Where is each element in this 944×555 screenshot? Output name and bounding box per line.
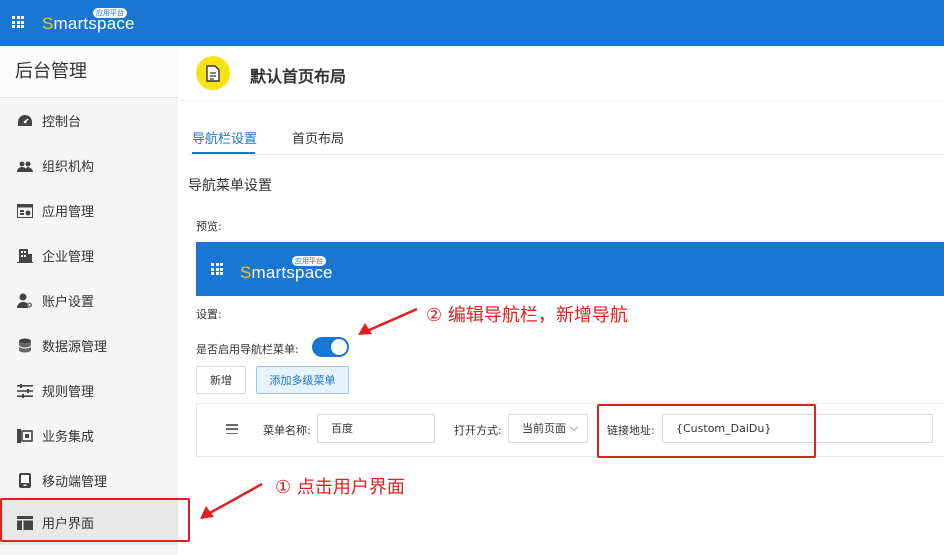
sidebar-item-integration[interactable]: 业务集成: [0, 413, 178, 458]
sidebar-item-rules[interactable]: 规则管理: [0, 368, 178, 413]
enable-navbar-toggle[interactable]: [312, 337, 349, 357]
sidebar-item-organization[interactable]: 组织机构: [0, 143, 178, 188]
sidebar-item-datasource[interactable]: 数据源管理: [0, 323, 178, 368]
sidebar: 后台管理 控制台 组织机构 应用管理 企业管理 账户设置 数据源管理 规则管理 …: [0, 46, 178, 555]
database-icon: [17, 338, 33, 354]
drag-handle-icon[interactable]: [226, 424, 238, 434]
tab-navbar-settings[interactable]: 导航栏设置: [192, 128, 257, 147]
toggle-knob: [331, 339, 347, 355]
enable-navbar-label: 是否启用导航栏菜单:: [196, 343, 299, 356]
sidebar-item-label: 数据源管理: [42, 340, 108, 355]
open-mode-select[interactable]: 当前页面: [508, 414, 588, 443]
sidebar-item-label: 账户设置: [42, 295, 95, 310]
preview-logo-badge: 应用平台: [292, 256, 326, 266]
sidebar-item-account-settings[interactable]: 账户设置: [0, 278, 178, 323]
open-mode-value: 当前页面: [522, 422, 566, 435]
menu-name-input[interactable]: 百度: [317, 414, 435, 443]
open-mode-label: 打开方式:: [454, 424, 502, 437]
sidebar-item-label: 业务集成: [42, 430, 95, 445]
page-title: 默认首页布局: [250, 67, 347, 86]
annotation-step-2: ② 编辑导航栏，新增导航: [426, 305, 628, 326]
chevron-down-icon: [569, 422, 579, 432]
annotation-arrow-1: [200, 482, 263, 519]
settings-label: 设置:: [196, 308, 222, 321]
tabs-divider: [188, 154, 944, 155]
app-settings-icon: [17, 203, 33, 219]
top-bar: Smartspace 应用平台: [0, 0, 944, 46]
sliders-icon: [17, 383, 33, 399]
menu-item-row: 菜单名称: 百度 打开方式: 当前页面 链接地址: {Custom_DaiDu}: [196, 403, 944, 457]
sidebar-item-label: 企业管理: [42, 250, 95, 265]
sidebar-item-label: 组织机构: [42, 160, 95, 175]
preview-app-grid-icon: [211, 263, 223, 275]
header-divider: [178, 100, 944, 101]
section-title: 导航菜单设置: [188, 178, 272, 194]
annotation-arrow-2: [358, 307, 418, 335]
dashboard-icon: [17, 113, 33, 129]
logo-badge: 应用平台: [93, 8, 127, 18]
building-icon: [17, 248, 33, 264]
navbar-preview: Smartspace 应用平台: [196, 242, 944, 296]
sidebar-item-console[interactable]: 控制台: [0, 98, 178, 143]
highlight-box-link-address: [597, 404, 816, 458]
mobile-icon: [17, 473, 33, 489]
menu-name-label: 菜单名称:: [263, 424, 311, 437]
add-button[interactable]: 新增: [196, 366, 246, 394]
document-icon: [196, 56, 230, 90]
annotation-step-1: ① 点击用户界面: [275, 477, 405, 498]
tab-home-layout[interactable]: 首页布局: [292, 128, 344, 147]
highlight-box-user-interface: [0, 498, 190, 542]
sidebar-item-label: 移动端管理: [42, 475, 108, 490]
sidebar-item-label: 控制台: [42, 115, 82, 130]
user-settings-icon: [17, 293, 33, 309]
sidebar-item-label: 应用管理: [42, 205, 95, 220]
integration-icon: [17, 428, 33, 444]
users-icon: [17, 158, 33, 174]
app-grid-icon[interactable]: [12, 16, 24, 28]
sidebar-item-app-management[interactable]: 应用管理: [0, 188, 178, 233]
preview-logo: Smartspace: [240, 263, 333, 282]
sidebar-item-mobile[interactable]: 移动端管理: [0, 458, 178, 503]
sidebar-item-enterprise[interactable]: 企业管理: [0, 233, 178, 278]
preview-label: 预览:: [196, 220, 222, 233]
sidebar-title: 后台管理: [0, 46, 178, 98]
add-multilevel-menu-button[interactable]: 添加多级菜单: [256, 366, 349, 394]
sidebar-item-label: 规则管理: [42, 385, 95, 400]
